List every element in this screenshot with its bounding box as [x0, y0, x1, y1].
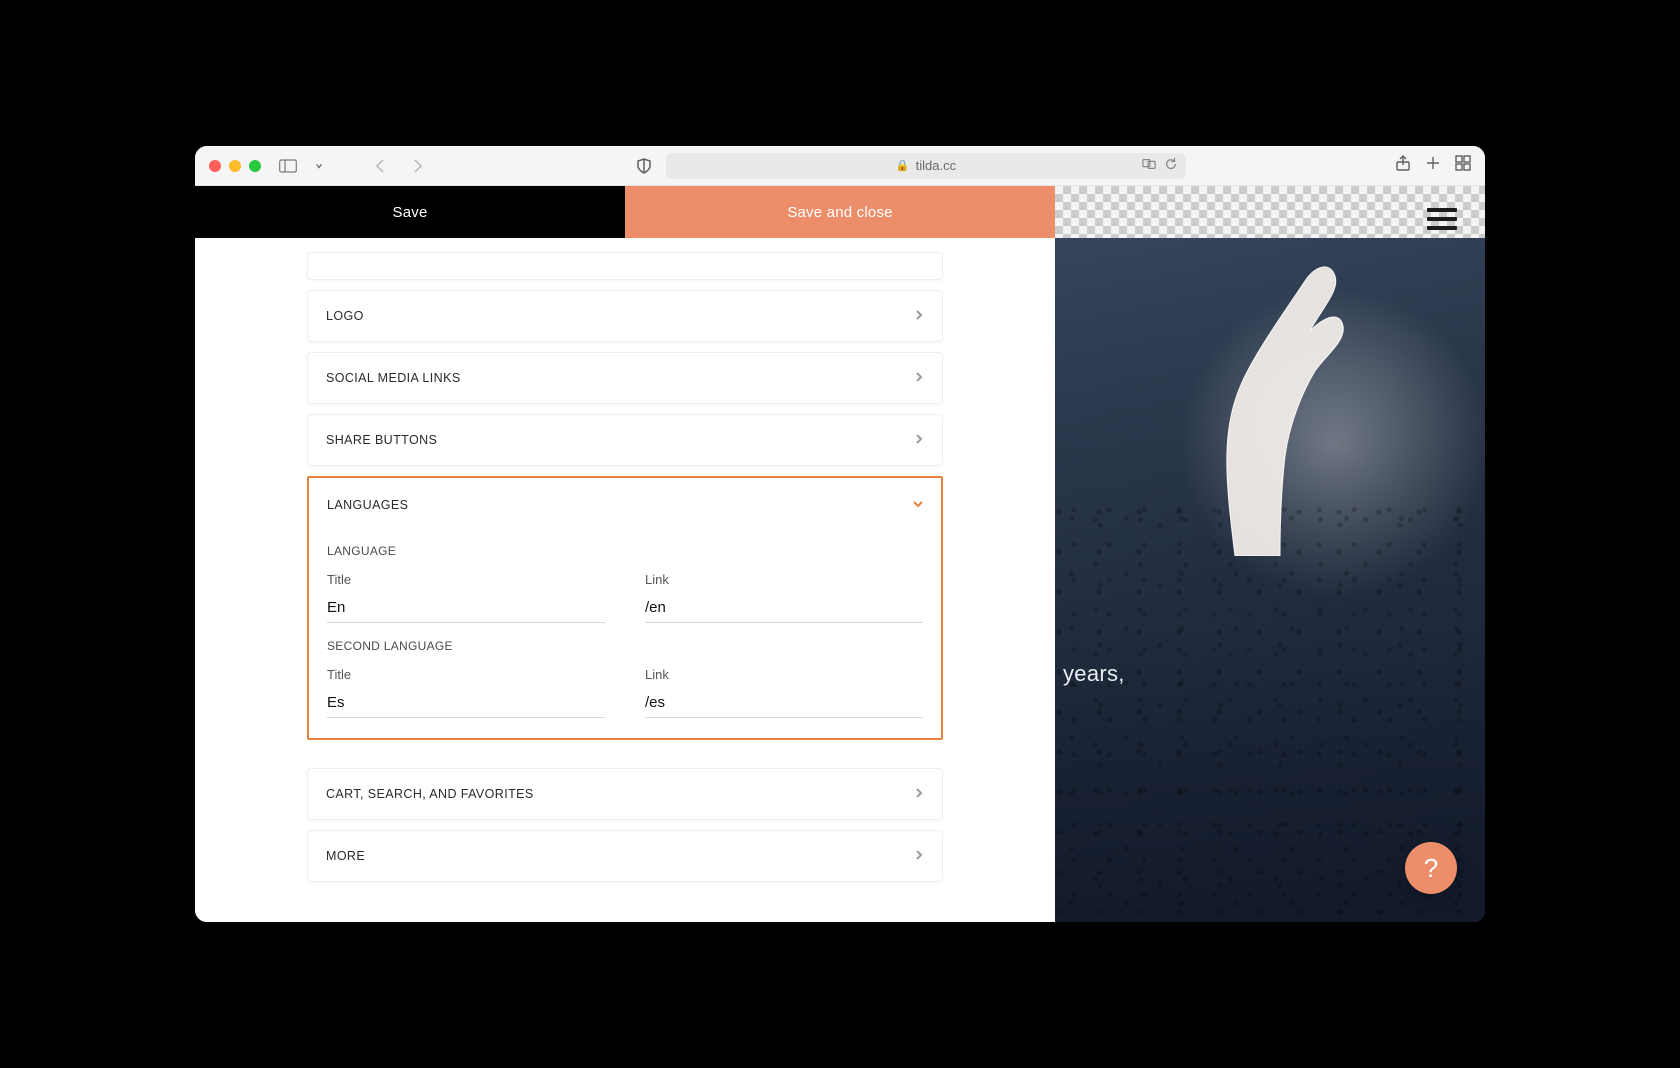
translate-icon[interactable] [1142, 157, 1156, 174]
new-tab-icon[interactable] [1425, 155, 1441, 176]
tab-overview-icon[interactable] [1455, 155, 1471, 176]
accordion-languages-header[interactable]: LANGUAGES [309, 478, 941, 528]
chevron-down-icon [913, 496, 923, 514]
accordion-logo[interactable]: LOGO [307, 290, 943, 342]
lang1-link-input[interactable] [645, 595, 923, 623]
accordion-title: LANGUAGES [327, 498, 408, 512]
accordion-title: MORE [326, 849, 365, 863]
accordion-share[interactable]: SHARE BUTTONS [307, 414, 943, 466]
accordion-title: SOCIAL MEDIA LINKS [326, 371, 461, 385]
sidebar-toggle-button[interactable] [279, 159, 297, 173]
back-button[interactable] [367, 154, 395, 178]
preview-arm-image [1115, 256, 1355, 556]
field-label-title: Title [327, 667, 605, 682]
accordion-social[interactable]: SOCIAL MEDIA LINKS [307, 352, 943, 404]
accordion-more[interactable]: MORE [307, 830, 943, 882]
lang2-link-input[interactable] [645, 690, 923, 718]
url-host: tilda.cc [916, 158, 956, 173]
fullscreen-window-icon[interactable] [249, 160, 261, 172]
forward-button[interactable] [403, 154, 431, 178]
menu-icon[interactable] [1427, 208, 1457, 230]
language-block-1: LANGUAGE Title Link [309, 528, 941, 623]
chevron-right-icon [914, 847, 924, 865]
field-label-link: Link [645, 572, 923, 587]
panel-body[interactable]: LOGO SOCIAL MEDIA LINKS SHARE BUTTONS [195, 238, 1055, 922]
help-button[interactable]: ? [1405, 842, 1457, 894]
language-block-title: SECOND LANGUAGE [327, 639, 923, 653]
accordion-title: CART, SEARCH, AND FAVORITES [326, 787, 534, 801]
sidebar-menu-chevron-icon[interactable] [305, 154, 333, 178]
browser-window: 🔒 tilda.cc [195, 146, 1485, 922]
collapsed-card-stub [307, 252, 943, 280]
address-bar[interactable]: 🔒 tilda.cc [666, 153, 1186, 179]
save-close-button[interactable]: Save and close [625, 186, 1055, 238]
chevron-right-icon [914, 785, 924, 803]
chevron-right-icon [914, 431, 924, 449]
lock-icon: 🔒 [896, 159, 910, 172]
preview-pane: years, ? [1055, 186, 1485, 922]
panel-header: Save Save and close [195, 186, 1055, 238]
browser-toolbar: 🔒 tilda.cc [195, 146, 1485, 186]
chevron-right-icon [914, 307, 924, 325]
language-block-title: LANGUAGE [327, 544, 923, 558]
minimize-window-icon[interactable] [229, 160, 241, 172]
settings-panel: Save Save and close LOGO SOCIAL MEDIA L [195, 186, 1055, 922]
close-window-icon[interactable] [209, 160, 221, 172]
share-icon[interactable] [1395, 155, 1411, 176]
chevron-right-icon [914, 369, 924, 387]
window-controls [209, 160, 261, 172]
language-block-2: SECOND LANGUAGE Title Link [309, 623, 941, 718]
field-label-title: Title [327, 572, 605, 587]
accordion-title: SHARE BUTTONS [326, 433, 437, 447]
browser-right-tools [1395, 155, 1471, 176]
accordion-cart[interactable]: CART, SEARCH, AND FAVORITES [307, 768, 943, 820]
field-label-link: Link [645, 667, 923, 682]
page-content: Save Save and close LOGO SOCIAL MEDIA L [195, 186, 1485, 922]
lang1-title-input[interactable] [327, 595, 605, 623]
accordion-languages: LANGUAGES LANGUAGE Title [307, 476, 943, 740]
accordion-title: LOGO [326, 309, 364, 323]
preview-caption-fragment: years, [1055, 661, 1125, 687]
save-button[interactable]: Save [195, 186, 625, 238]
transparent-header-area [1055, 186, 1485, 238]
privacy-shield-icon[interactable] [630, 154, 658, 178]
lang2-title-input[interactable] [327, 690, 605, 718]
reload-icon[interactable] [1164, 157, 1178, 174]
